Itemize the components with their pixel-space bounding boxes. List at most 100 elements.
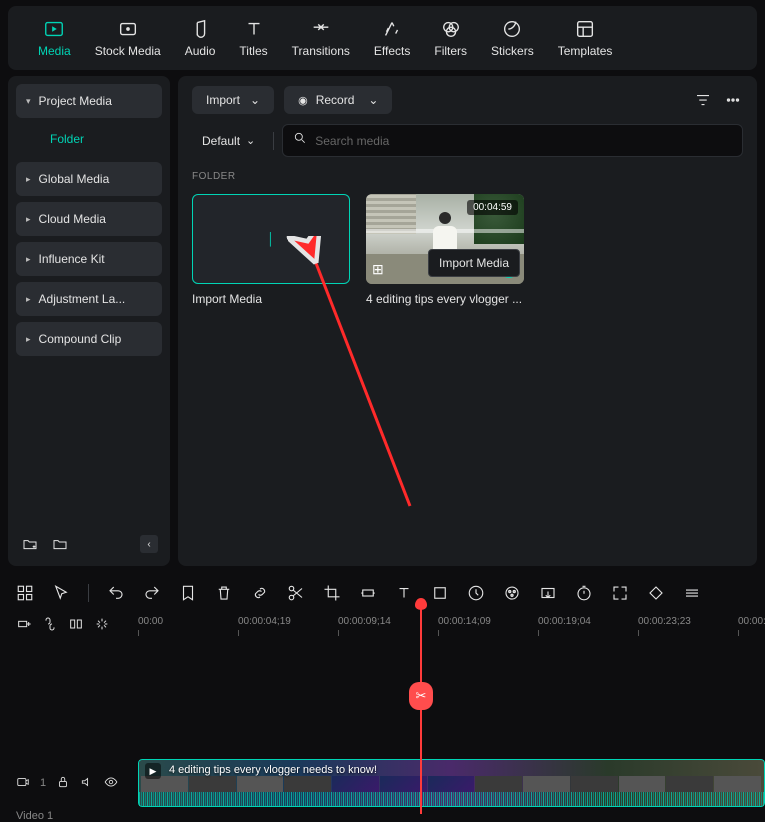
layout-icon[interactable]: [16, 584, 34, 602]
audio-icon: [189, 18, 211, 40]
sort-dropdown[interactable]: Default: [192, 128, 265, 154]
new-folder-icon[interactable]: [20, 534, 40, 554]
text-icon[interactable]: [395, 584, 413, 602]
track-body[interactable]: ▶ 4 editing tips every vlogger needs to …: [138, 759, 765, 807]
tab-transitions[interactable]: Transitions: [282, 14, 360, 62]
duration-badge: 00:04:59: [467, 200, 518, 215]
sidebar-item-adjustment-layer[interactable]: Adjustment La...: [16, 282, 162, 316]
tab-audio[interactable]: Audio: [175, 14, 226, 62]
ruler-tick: 00:00: [138, 616, 163, 627]
sidebar-item-label: Cloud Media: [39, 212, 106, 226]
import-media-tooltip: Import Media: [428, 249, 520, 277]
ruler-tick: 00:00:19;04: [538, 616, 591, 627]
add-track-icon[interactable]: [16, 616, 32, 637]
tab-label: Stickers: [491, 44, 534, 58]
timer-icon[interactable]: [575, 584, 593, 602]
sidebar-item-label: Project Media: [39, 94, 112, 108]
rect-icon[interactable]: [431, 584, 449, 602]
tile-label: 4 editing tips every vlogger ...: [366, 292, 524, 306]
sidebar-sub-folder[interactable]: Folder: [16, 124, 162, 154]
record-dropdown[interactable]: Record: [284, 86, 392, 114]
clip-waveform: [139, 792, 764, 806]
ruler-tick: 00:00:14;09: [438, 616, 491, 627]
video-track-icon[interactable]: [16, 775, 30, 792]
separator: [88, 584, 89, 602]
tab-stock-media[interactable]: Stock Media: [85, 14, 171, 62]
ruler-track[interactable]: 00:00 00:00:04;19 00:00:09;14 00:00:14;0…: [138, 616, 765, 646]
expand-icon[interactable]: [611, 584, 629, 602]
filter-icon[interactable]: [693, 90, 713, 110]
keyframe-icon[interactable]: [647, 584, 665, 602]
visibility-icon[interactable]: [104, 775, 118, 792]
sidebar-item-label: Adjustment La...: [39, 292, 126, 306]
crop-icon[interactable]: [323, 584, 341, 602]
tab-label: Transitions: [292, 44, 350, 58]
tab-label: Effects: [374, 44, 410, 58]
sidebar-item-project-media[interactable]: Project Media: [16, 84, 162, 118]
tab-stickers[interactable]: Stickers: [481, 14, 544, 62]
link-icon[interactable]: [251, 584, 269, 602]
speed-icon[interactable]: [467, 584, 485, 602]
plus-icon: │: [267, 232, 275, 246]
titles-icon: [243, 18, 265, 40]
tab-filters[interactable]: Filters: [424, 14, 477, 62]
timeline-ruler: 00:00 00:00:04;19 00:00:09;14 00:00:14;0…: [0, 612, 765, 648]
mute-icon[interactable]: [80, 775, 94, 792]
filters-icon: [440, 18, 462, 40]
tab-label: Titles: [239, 44, 267, 58]
lock-icon[interactable]: [56, 775, 70, 792]
tab-label: Audio: [185, 44, 216, 58]
tab-label: Stock Media: [95, 44, 161, 58]
search-icon: [293, 131, 307, 150]
section-label: FOLDER: [192, 171, 743, 182]
transitions-icon: [310, 18, 332, 40]
track-count: 1: [40, 777, 46, 789]
tab-titles[interactable]: Titles: [229, 14, 277, 62]
media-sidebar: Project Media Folder Global Media Cloud …: [8, 76, 170, 566]
import-media-tile[interactable]: │ Import Media: [192, 194, 350, 306]
cursor-icon[interactable]: [52, 584, 70, 602]
collapse-sidebar-icon[interactable]: ‹: [140, 535, 158, 553]
delete-icon[interactable]: [215, 584, 233, 602]
sidebar-item-label: Influence Kit: [39, 252, 105, 266]
clip-title: 4 editing tips every vlogger needs to kn…: [169, 764, 377, 776]
track-icon[interactable]: [683, 584, 701, 602]
split-icon[interactable]: [287, 584, 305, 602]
sidebar-item-global-media[interactable]: Global Media: [16, 162, 162, 196]
tab-effects[interactable]: Effects: [364, 14, 420, 62]
sidebar-item-influence-kit[interactable]: Influence Kit: [16, 242, 162, 276]
stickers-icon: [501, 18, 523, 40]
templates-icon: [574, 18, 596, 40]
tab-media[interactable]: Media: [28, 14, 81, 62]
color-icon[interactable]: [503, 584, 521, 602]
redo-icon[interactable]: [143, 584, 161, 602]
resize-icon[interactable]: [359, 584, 377, 602]
tab-templates[interactable]: Templates: [548, 14, 623, 62]
track-header: 1: [0, 775, 138, 792]
tab-label: Filters: [434, 44, 467, 58]
timeline-toolbar: [0, 574, 765, 612]
tile-label: Import Media: [192, 292, 350, 306]
sidebar-item-label: Global Media: [39, 172, 110, 186]
clip-play-icon: ▶: [145, 763, 161, 779]
auto-ripple-icon[interactable]: [94, 616, 110, 637]
link-track-icon[interactable]: [42, 616, 58, 637]
import-dropdown[interactable]: Import: [192, 86, 274, 114]
marker-icon[interactable]: [179, 584, 197, 602]
export-frame-icon[interactable]: [539, 584, 557, 602]
sidebar-item-cloud-media[interactable]: Cloud Media: [16, 202, 162, 236]
video-track-row: 1 ▶ 4 editing tips every vlogger needs t…: [0, 758, 765, 808]
magnet-icon[interactable]: [68, 616, 84, 637]
search-box[interactable]: [282, 124, 743, 157]
undo-icon[interactable]: [107, 584, 125, 602]
grid-badge-icon: ⊞: [372, 261, 384, 278]
ruler-tick: 00:00:04;19: [238, 616, 291, 627]
search-input[interactable]: [315, 134, 732, 148]
media-icon: [43, 18, 65, 40]
video-clip[interactable]: ▶ 4 editing tips every vlogger needs to …: [138, 759, 765, 807]
tab-label: Media: [38, 44, 71, 58]
effects-icon: [381, 18, 403, 40]
sidebar-item-compound-clip[interactable]: Compound Clip: [16, 322, 162, 356]
folder-icon[interactable]: [50, 534, 70, 554]
more-icon[interactable]: [723, 90, 743, 110]
